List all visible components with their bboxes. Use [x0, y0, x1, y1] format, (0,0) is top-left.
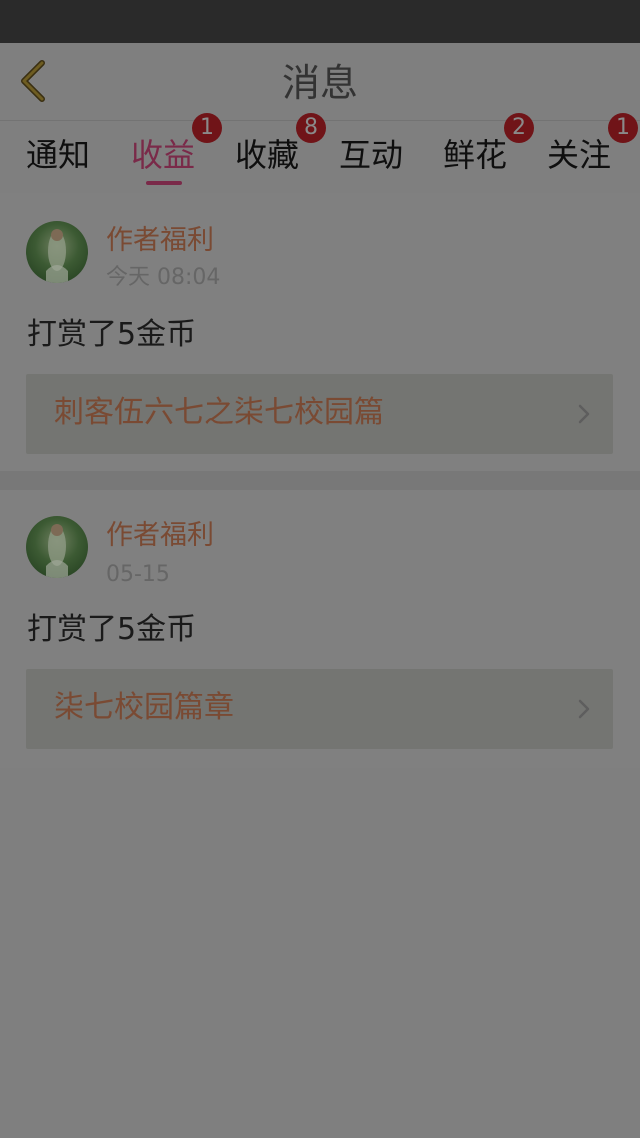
- tab-interactions[interactable]: 互动: [339, 135, 403, 175]
- tab-notifications[interactable]: 通知: [26, 135, 90, 175]
- tab-follows[interactable]: 关注: [547, 135, 611, 175]
- tab-follows-badge: 1: [608, 113, 638, 143]
- book-link[interactable]: 刺客伍六七之柒七校园篇: [26, 374, 613, 454]
- message-time: 今天 08:04: [106, 265, 221, 290]
- book-title: 刺客伍六七之柒七校园篇: [54, 395, 384, 430]
- message-text: 打赏了5金币: [27, 612, 197, 647]
- message-time: 05-15: [106, 562, 170, 587]
- chevron-right-icon: [578, 699, 590, 719]
- avatar-image: [46, 229, 68, 283]
- message-card: 作者福利 05-15 打赏了5金币 柒七校园篇章: [0, 490, 640, 768]
- tab-earnings[interactable]: 收益: [131, 135, 195, 175]
- book-title: 柒七校园篇章: [54, 690, 234, 725]
- sender-name[interactable]: 作者福利: [106, 520, 214, 552]
- tab-favorites[interactable]: 收藏: [235, 135, 299, 175]
- chevron-right-icon: [578, 404, 590, 424]
- tab-earnings-badge: 1: [192, 113, 222, 143]
- message-text: 打赏了5金币: [27, 317, 197, 352]
- book-link[interactable]: 柒七校园篇章: [26, 669, 613, 749]
- tab-flowers-badge: 2: [504, 113, 534, 143]
- tab-flowers[interactable]: 鲜花: [443, 135, 507, 175]
- status-bar: [0, 0, 640, 43]
- header: 消息: [0, 43, 640, 121]
- card-divider: [0, 471, 640, 490]
- page-title: 消息: [281, 61, 358, 105]
- avatar-image: [46, 524, 68, 578]
- avatar[interactable]: [26, 516, 88, 578]
- tab-favorites-badge: 8: [296, 113, 326, 143]
- sender-name[interactable]: 作者福利: [106, 225, 214, 257]
- tab-bar: 通知 收益 1 收藏 8 互动 鲜花 2 关注 1: [0, 113, 640, 193]
- avatar[interactable]: [26, 221, 88, 283]
- active-tab-indicator: [146, 181, 182, 185]
- message-card: 作者福利 今天 08:04 打赏了5金币 刺客伍六七之柒七校园篇: [0, 193, 640, 471]
